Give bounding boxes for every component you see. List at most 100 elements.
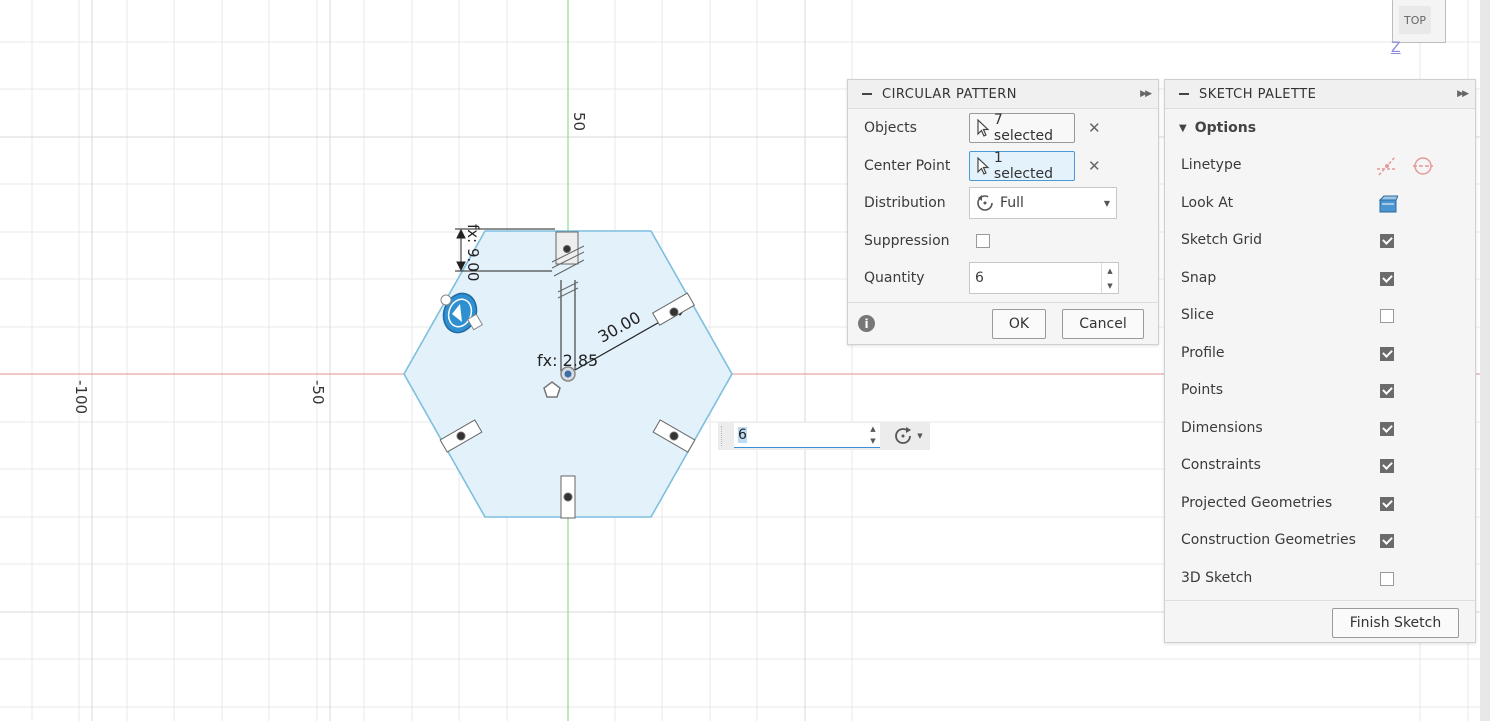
linetype-row: Linetype <box>1165 148 1475 184</box>
collapse-icon[interactable] <box>1179 93 1189 95</box>
constraints-checkbox[interactable] <box>1380 459 1394 473</box>
option-row: Sketch Grid <box>1165 223 1475 259</box>
dialog-footer: i OK Cancel <box>848 302 1158 345</box>
suppression-label: Suppression <box>864 233 950 249</box>
suppression-checkbox[interactable] <box>976 234 990 248</box>
center-point-inner <box>564 370 572 378</box>
expand-icon[interactable]: ▶▶ <box>1140 89 1152 99</box>
circular-pattern-panel: CIRCULAR PATTERN ▶▶ Objects 7 selected ✕… <box>847 79 1159 345</box>
objects-clear-button[interactable]: ✕ <box>1088 119 1101 137</box>
option-row: Slice <box>1165 298 1475 334</box>
height-dimension-label[interactable]: fx: 9.00 <box>464 224 482 281</box>
viewcube-top-face[interactable]: TOP <box>1399 6 1431 34</box>
projected-geometries-checkbox[interactable] <box>1380 497 1394 511</box>
full-rotation-icon <box>977 195 993 211</box>
center-point-row: Center Point 1 selected ✕ <box>848 148 1158 184</box>
ruler-label-minus-50: -50 <box>309 380 327 405</box>
look-at-icon[interactable] <box>1378 194 1398 214</box>
construction-linetype-icon[interactable] <box>1375 155 1399 177</box>
center-point-clear-button[interactable]: ✕ <box>1088 157 1101 175</box>
circular-pattern-header[interactable]: CIRCULAR PATTERN ▶▶ <box>848 80 1158 109</box>
inline-direction-button[interactable]: ▼ <box>888 423 928 449</box>
options-section-header[interactable]: ▼ Options <box>1179 120 1256 136</box>
cancel-button[interactable]: Cancel <box>1062 309 1144 339</box>
look-at-label: Look At <box>1181 195 1234 211</box>
points-checkbox[interactable] <box>1380 384 1394 398</box>
option-label: Profile <box>1181 345 1225 361</box>
option-label: Points <box>1181 382 1224 398</box>
palette-footer: Finish Sketch <box>1165 600 1475 643</box>
chevron-down-icon: ▼ <box>1103 198 1110 208</box>
center-point-value: 1 selected <box>993 150 1054 182</box>
objects-label: Objects <box>864 120 917 136</box>
info-icon[interactable]: i <box>858 315 875 332</box>
slot-bottom[interactable] <box>560 475 576 519</box>
center-point-select-button[interactable]: 1 selected <box>969 150 1075 182</box>
cursor-icon <box>977 119 990 137</box>
ruler-label-minus-100: -100 <box>72 380 90 414</box>
option-label: Dimensions <box>1181 420 1263 436</box>
distribution-dropdown[interactable]: Full ▼ <box>969 187 1117 219</box>
rotate-icon <box>895 427 912 444</box>
suppression-row: Suppression <box>848 223 1158 259</box>
objects-value: 7 selected <box>993 112 1054 144</box>
slice-checkbox[interactable] <box>1380 309 1394 323</box>
inline-quantity-handle[interactable] <box>721 426 730 446</box>
3d-sketch-checkbox[interactable] <box>1380 572 1394 586</box>
option-label: Constraints <box>1181 457 1261 473</box>
quantity-stepper[interactable]: 6 ▲ ▼ <box>969 262 1119 294</box>
quantity-label: Quantity <box>864 270 925 286</box>
inline-quantity-value: 6 <box>738 427 747 443</box>
option-row: 3D Sketch <box>1165 561 1475 597</box>
option-row: Points <box>1165 373 1475 409</box>
cursor-icon <box>977 157 990 175</box>
snap-checkbox[interactable] <box>1380 272 1394 286</box>
option-label: Snap <box>1181 270 1217 286</box>
option-row: Construction Geometries <box>1165 523 1475 559</box>
option-label: Projected Geometries <box>1181 495 1333 511</box>
right-scroll-strip <box>1480 0 1490 721</box>
triangle-down-icon: ▼ <box>1179 122 1187 134</box>
option-row: Projected Geometries <box>1165 486 1475 522</box>
center-point-label: Center Point <box>864 158 951 174</box>
chevron-down-icon: ▼ <box>917 432 923 440</box>
inline-quantity-input[interactable]: 6 <box>734 423 880 448</box>
viewcube-axis-label: Z <box>1391 40 1401 56</box>
circular-pattern-title: CIRCULAR PATTERN <box>882 86 1018 102</box>
profile-checkbox[interactable] <box>1380 347 1394 361</box>
objects-select-button[interactable]: 7 selected <box>969 112 1075 144</box>
quantity-value: 6 <box>975 270 984 286</box>
distribution-label: Distribution <box>864 195 946 211</box>
look-at-row: Look At <box>1165 186 1475 222</box>
sketch-grid-checkbox[interactable] <box>1380 234 1394 248</box>
inline-quantity-widget: 6 ▲ ▼ ▼ <box>718 422 930 450</box>
expand-icon[interactable]: ▶▶ <box>1457 89 1469 99</box>
ok-button[interactable]: OK <box>992 309 1046 339</box>
dimensions-checkbox[interactable] <box>1380 422 1394 436</box>
construction-geometries-checkbox[interactable] <box>1380 534 1394 548</box>
objects-row: Objects 7 selected ✕ <box>848 110 1158 146</box>
viewcube-face-label: TOP <box>1403 13 1426 27</box>
sketch-palette-header[interactable]: SKETCH PALETTE ▶▶ <box>1165 80 1475 109</box>
option-row: Dimensions <box>1165 411 1475 447</box>
centerline-linetype-icon[interactable] <box>1411 155 1435 177</box>
collapse-icon[interactable] <box>862 93 872 95</box>
quantity-arrows[interactable]: ▲ ▼ <box>1101 263 1118 293</box>
option-row: Profile <box>1165 336 1475 372</box>
option-row: Snap <box>1165 261 1475 297</box>
sketch-palette-panel: SKETCH PALETTE ▶▶ ▼ Options Linetype Loo… <box>1164 79 1476 643</box>
distribution-value: Full <box>1000 195 1024 211</box>
finish-sketch-button[interactable]: Finish Sketch <box>1332 608 1459 638</box>
option-label: Slice <box>1181 307 1214 323</box>
viewcube[interactable]: TOP <box>1392 0 1446 43</box>
option-label: Construction Geometries <box>1181 532 1356 548</box>
option-label: 3D Sketch <box>1181 570 1253 586</box>
option-row: Constraints <box>1165 448 1475 484</box>
options-section-label: Options <box>1194 120 1257 136</box>
inline-quantity-spinner[interactable]: ▲ ▼ <box>866 423 880 447</box>
quantity-row: Quantity 6 ▲ ▼ <box>848 260 1158 296</box>
linetype-label: Linetype <box>1181 157 1242 173</box>
ruler-label-50: 50 <box>570 112 588 131</box>
sketch-palette-title: SKETCH PALETTE <box>1199 86 1317 102</box>
option-label: Sketch Grid <box>1181 232 1262 248</box>
